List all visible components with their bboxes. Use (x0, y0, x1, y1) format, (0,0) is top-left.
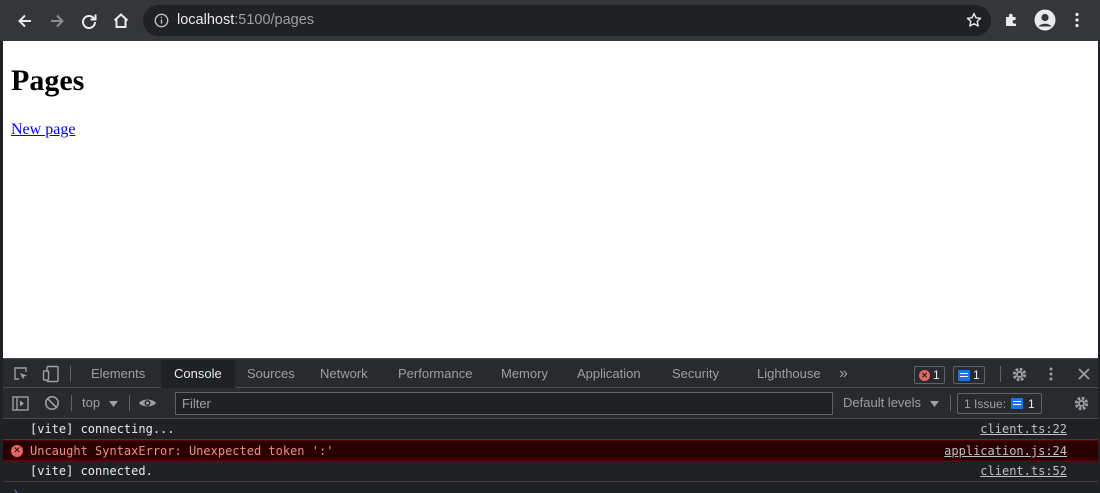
error-count-badge[interactable]: ✕ 1 (914, 366, 945, 384)
tab-memory[interactable]: Memory (488, 360, 561, 388)
console-source-link[interactable]: client.ts:22 (980, 419, 1067, 439)
profile-button[interactable] (1033, 8, 1057, 32)
console-message-text: [vite] connected. (30, 464, 153, 478)
tab-performance[interactable]: Performance (385, 360, 485, 388)
sidebar-toggle-icon (11, 395, 29, 411)
separator (1000, 366, 1001, 382)
home-icon (113, 13, 129, 28)
kebab-menu-icon (1075, 12, 1079, 28)
console-message: [vite] connecting... client.ts:22 (3, 419, 1098, 440)
gear-icon (1012, 367, 1026, 381)
separator (950, 395, 951, 411)
live-expression-button[interactable] (136, 392, 158, 414)
device-icon (42, 365, 59, 383)
tab-sources[interactable]: Sources (234, 360, 308, 388)
log-levels-dropdown[interactable]: Default levels (843, 395, 939, 410)
console-message-text: [vite] connecting... (30, 422, 175, 436)
star-icon (966, 12, 982, 27)
separator (70, 366, 71, 382)
context-value: top (82, 395, 101, 410)
console-prompt[interactable]: › (12, 485, 19, 493)
issues-count: 1 (1028, 396, 1035, 411)
issues-button[interactable]: 1 Issue: 1 (957, 393, 1042, 414)
inspect-element-button[interactable] (10, 363, 32, 385)
console-filter-input[interactable] (175, 392, 833, 415)
devtools-panel: Elements Console Sources Network Perform… (3, 358, 1098, 493)
arrow-left-icon (18, 14, 31, 28)
avatar-icon (1034, 9, 1056, 31)
extensions-button[interactable] (1000, 8, 1024, 32)
tab-console[interactable]: Console (161, 360, 235, 388)
message-icon (958, 369, 970, 381)
console-settings-button[interactable] (1070, 392, 1092, 414)
console-filter-bar: top Default levels 1 Issue: 1 (3, 388, 1098, 419)
error-count: 1 (933, 368, 940, 382)
browser-toolbar: localhost:5100/pages (0, 0, 1100, 41)
message-count-badge[interactable]: 1 (953, 366, 985, 384)
kebab-menu-icon (1049, 367, 1053, 381)
tab-elements[interactable]: Elements (78, 360, 158, 388)
reload-button[interactable] (76, 8, 102, 34)
browser-menu-button[interactable] (1065, 8, 1089, 32)
console-message: [vite] connected. client.ts:52 (3, 461, 1098, 482)
console-error-message: ✕ Uncaught SyntaxError: Unexpected token… (3, 440, 1098, 461)
url-path: :5100/pages (234, 12, 315, 28)
puzzle-icon (1006, 13, 1016, 26)
dropdown-arrow-icon (929, 401, 939, 407)
context-selector[interactable]: top (82, 395, 118, 410)
toggle-sidebar-button[interactable] (9, 392, 31, 414)
devtools-close-button[interactable] (1073, 363, 1095, 385)
console-message-text: Uncaught SyntaxError: Unexpected token '… (30, 444, 334, 458)
new-page-link[interactable]: New page (11, 121, 75, 139)
gear-icon (1074, 396, 1088, 410)
forward-button[interactable] (44, 8, 70, 34)
issue-icon (1011, 398, 1024, 409)
back-button[interactable] (12, 8, 38, 34)
issues-label: 1 Issue: (964, 396, 1007, 411)
tab-security[interactable]: Security (659, 360, 732, 388)
devtools-settings-button[interactable] (1008, 363, 1030, 385)
device-toolbar-button[interactable] (40, 363, 62, 385)
address-bar[interactable]: localhost:5100/pages (143, 5, 991, 36)
tab-lighthouse[interactable]: Lighthouse (744, 360, 834, 388)
clear-console-button[interactable] (41, 392, 63, 414)
console-source-link[interactable]: client.ts:52 (980, 461, 1067, 481)
log-levels-label: Default levels (843, 395, 922, 410)
reload-icon (82, 14, 97, 29)
tab-network[interactable]: Network (307, 360, 381, 388)
tab-application[interactable]: Application (564, 360, 654, 388)
close-icon (1078, 368, 1090, 380)
error-icon: ✕ (919, 369, 930, 381)
clear-icon (45, 396, 59, 410)
page-viewport: Pages New page (3, 41, 1098, 358)
devtools-tab-bar: Elements Console Sources Network Perform… (3, 358, 1098, 388)
dropdown-arrow-icon (108, 401, 118, 407)
separator (71, 395, 72, 411)
url-text: localhost:5100/pages (177, 12, 314, 28)
page-title: Pages (11, 64, 85, 97)
error-icon: ✕ (11, 445, 23, 457)
more-tabs-button[interactable]: » (833, 360, 854, 388)
inspect-cursor-icon (14, 367, 27, 380)
eye-icon (138, 399, 156, 407)
bookmark-star-button[interactable] (962, 8, 986, 32)
devtools-menu-button[interactable] (1040, 363, 1062, 385)
arrow-right-icon (51, 14, 64, 28)
console-source-link[interactable]: application.js:24 (944, 441, 1067, 461)
info-icon[interactable] (153, 12, 170, 29)
home-button[interactable] (108, 8, 134, 34)
separator (129, 395, 130, 411)
message-count: 1 (973, 368, 980, 382)
url-host: localhost (177, 12, 235, 28)
